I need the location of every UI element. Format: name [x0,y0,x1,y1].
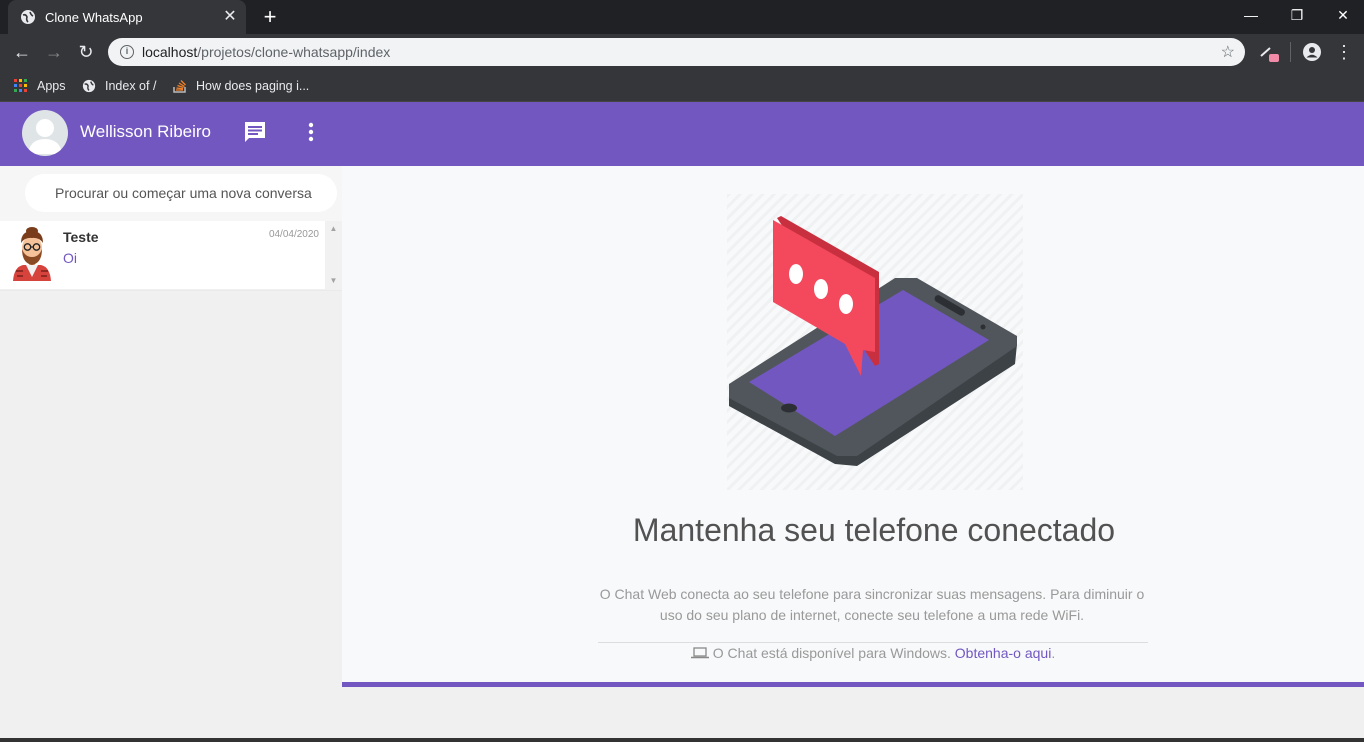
windows-suffix: . [1051,645,1056,661]
close-tab-icon[interactable]: ✕ [222,9,238,25]
chat-list-scrollbar[interactable]: ▲ ▼ [325,221,342,290]
info-icon[interactable]: i [120,45,134,59]
browser-tab-strip: Clone WhatsApp ✕ + — ❐ ✕ [0,0,1364,34]
user-name: Wellisson Ribeiro [80,122,212,141]
intro-title: Mantenha seu telefone conectado [632,512,1116,548]
apps-grid-icon [14,79,27,92]
contact-avatar [13,227,51,281]
avatar[interactable] [22,110,68,156]
scroll-up-icon[interactable]: ▲ [325,223,342,235]
bookmark-index[interactable]: Index of / [82,76,156,96]
reload-icon[interactable]: ↻ [74,40,98,64]
whatsapp-app: Wellisson Ribeiro Procurar ou começar um… [0,102,1364,742]
list-divider [0,290,342,291]
windows-download-link[interactable]: Obtenha-o aqui [955,645,1052,661]
toolbar-divider [1290,42,1291,62]
bookmark-label: Apps [37,79,66,93]
default-avatar-icon [28,119,62,154]
globe-icon [82,79,96,93]
restore-icon[interactable]: ❐ [1274,0,1320,30]
bookmark-label: Index of / [105,79,157,93]
url-path: /projetos/clone-whatsapp/index [197,44,391,60]
search-bar [0,166,342,221]
search-input[interactable] [25,174,337,212]
menu-dots-icon[interactable] [299,120,323,144]
forward-arrow-icon[interactable]: → [42,40,66,64]
address-bar[interactable]: i localhost/projetos/clone-whatsapp/inde… [108,38,1245,66]
windows-download-line: O Chat está disponível para Windows. Obt… [342,645,1364,661]
main-bottom-area [342,687,1364,742]
chat-list: Teste 04/04/2020 Oi ▲ ▼ [0,221,342,742]
browser-tab[interactable]: Clone WhatsApp ✕ [8,0,246,34]
scroll-down-icon[interactable]: ▼ [325,275,342,287]
back-arrow-icon[interactable]: ← [10,40,34,64]
profile-icon[interactable] [1302,42,1322,62]
message-preview: Oi [63,250,77,266]
stackoverflow-icon [173,80,186,93]
app-header: Wellisson Ribeiro [0,102,1364,166]
browser-menu-icon[interactable]: ⋮ [1332,40,1356,64]
close-window-icon[interactable]: ✕ [1320,0,1364,30]
intro-divider [598,642,1148,643]
new-tab-button[interactable]: + [258,6,282,30]
bookmark-stackoverflow[interactable]: How does paging i... [173,76,309,96]
bookmarks-bar: Apps Index of / How does paging i... [0,70,1364,102]
intro-description: O Chat Web conecta ao seu telefone para … [599,586,1145,623]
bookmark-label: How does paging i... [196,79,310,93]
new-chat-icon[interactable] [243,120,267,144]
bookmark-star-icon[interactable]: ☆ [1221,42,1235,62]
laptop-icon [690,647,709,659]
message-date: 04/04/2020 [268,229,319,240]
tab-title: Clone WhatsApp [45,9,143,25]
windows-text: O Chat está disponível para Windows. [712,645,951,661]
intro-panel: Mantenha seu telefone conectado O Chat W… [342,166,1364,682]
browser-toolbar: ← → ↻ i localhost/projetos/clone-whatsap… [0,34,1364,70]
list-item[interactable]: Teste 04/04/2020 Oi [0,221,325,290]
extension-icon[interactable] [1258,42,1282,64]
phone-chat-illustration [727,194,1023,490]
bookmark-apps[interactable]: Apps [14,76,66,96]
window-bottom-edge [0,738,1364,742]
contact-name: Teste [63,229,99,245]
globe-icon [21,10,35,24]
minimize-icon[interactable]: — [1228,0,1274,30]
url-host: localhost [142,44,198,60]
